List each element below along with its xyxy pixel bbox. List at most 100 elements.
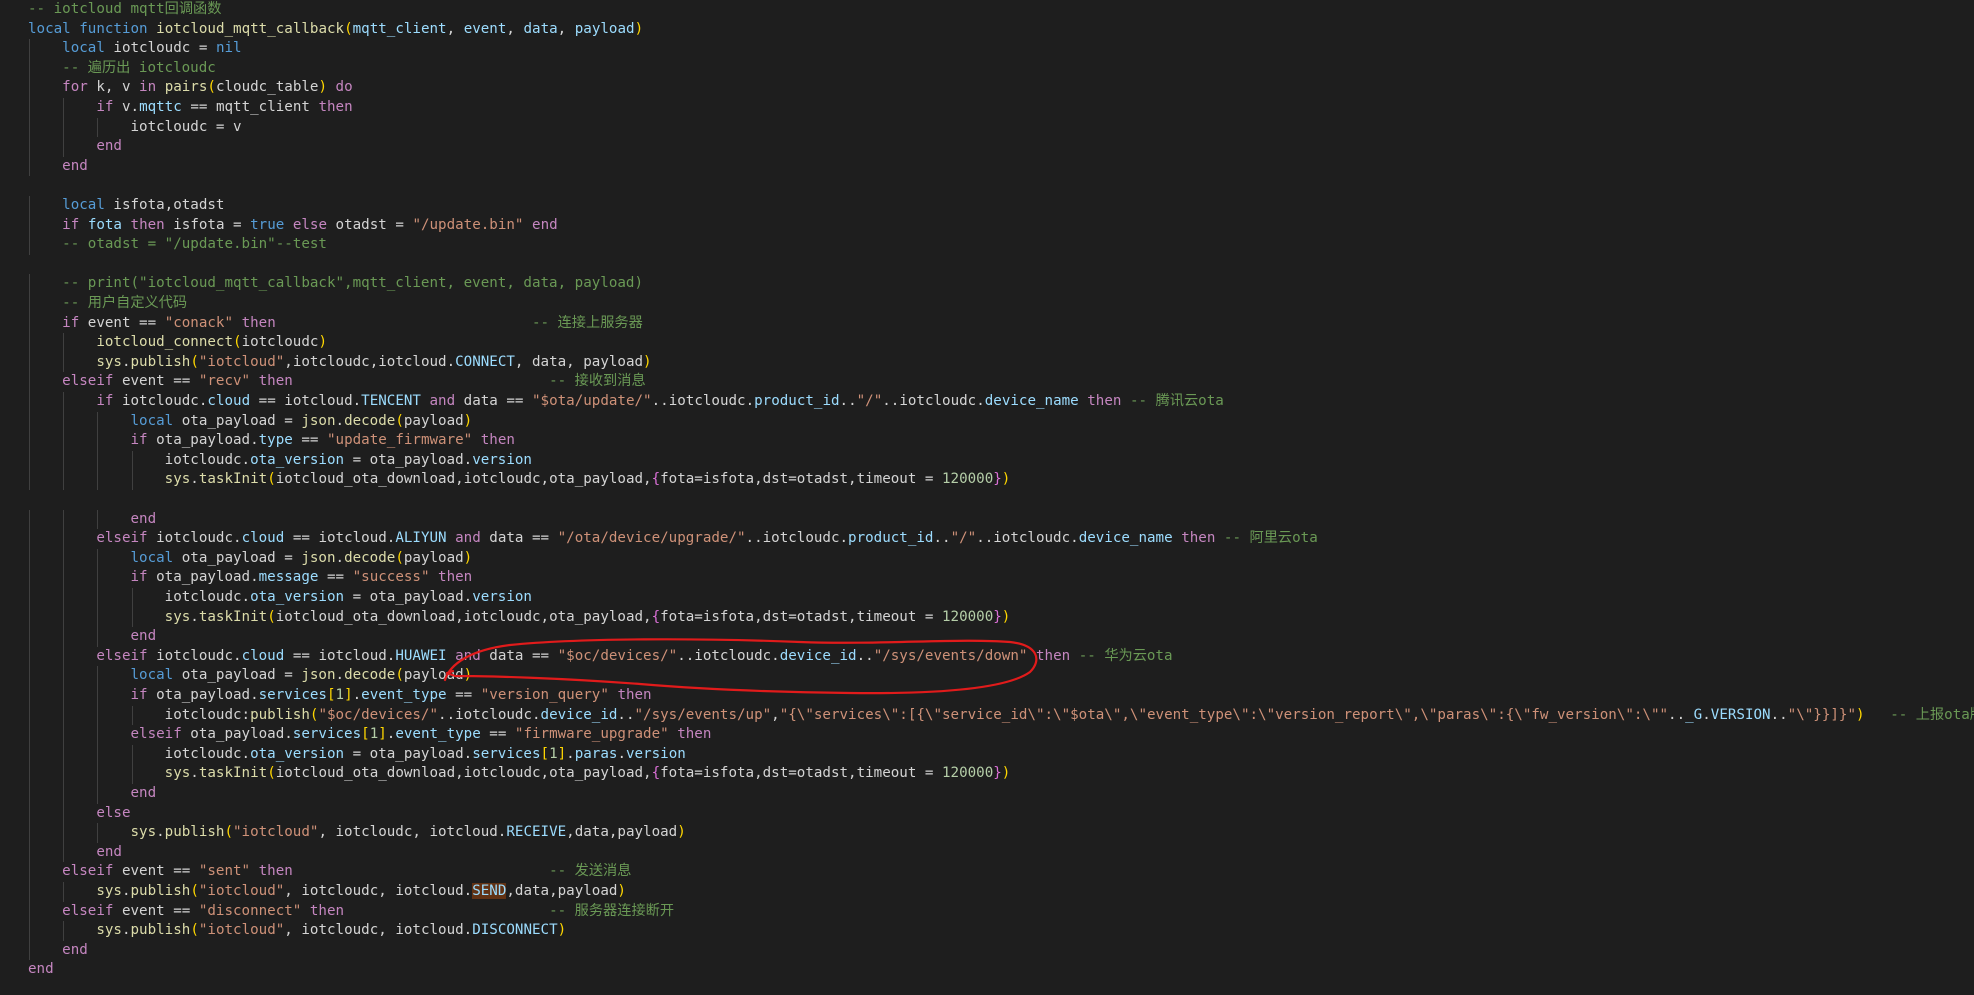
code-token: device_name <box>984 393 1079 409</box>
code-line[interactable]: local isfota,otadst <box>28 196 224 216</box>
code-token: event <box>463 20 507 37</box>
code-line[interactable]: sys.taskInit(iotcloud_ota_download,iotcl… <box>28 608 1011 628</box>
code-token: "iotcloud" <box>198 353 285 370</box>
code-token: [ <box>361 726 370 743</box>
code-token: ) <box>1001 608 1011 625</box>
code-line[interactable]: end <box>28 157 88 177</box>
code-token: ( <box>190 922 199 939</box>
code-line[interactable]: if fota then isfota = true else otadst =… <box>28 216 557 236</box>
code-line[interactable]: sys.publish("iotcloud", iotcloudc, iotcl… <box>28 882 626 902</box>
code-token: ( <box>344 20 353 37</box>
code-token: "iotcloud" <box>198 922 285 939</box>
code-line[interactable]: end <box>28 627 157 647</box>
code-line[interactable]: elseif event == "recv" then -- 接收到消息 <box>28 372 645 392</box>
code-token: message <box>258 569 319 586</box>
code-token: . <box>121 353 131 370</box>
code-token: DISCONNECT <box>472 922 558 939</box>
code-token: event == <box>79 314 165 331</box>
code-token: then <box>480 432 515 449</box>
code-line[interactable]: iotcloudc = v <box>28 118 242 138</box>
code-token: end <box>28 961 54 978</box>
code-token: . <box>121 883 131 899</box>
code-token: elseif <box>62 373 114 390</box>
code-line[interactable]: local iotcloudc = nil <box>28 39 241 59</box>
code-line[interactable]: -- 用户自定义代码 <box>28 294 187 314</box>
code-line[interactable]: sys.publish("iotcloud",iotcloudc,iotclou… <box>28 353 651 373</box>
code-line[interactable]: end <box>28 510 157 530</box>
code-line[interactable]: iotcloud_connect(iotcloudc) <box>28 333 327 353</box>
code-line[interactable]: for k, v in pairs(cloudc_table) do <box>28 78 352 98</box>
code-token: ) <box>318 334 327 351</box>
code-line[interactable]: if ota_payload.message == "success" then <box>28 568 473 588</box>
code-line[interactable]: iotcloudc.ota_version = ota_payload.serv… <box>28 745 686 765</box>
code-token: . <box>352 687 362 703</box>
code-line[interactable]: iotcloudc:publish("$oc/devices/"..iotclo… <box>28 706 1974 726</box>
code-token: sys <box>164 608 191 625</box>
code-line[interactable]: end <box>28 960 54 980</box>
code-line[interactable]: end <box>28 784 157 804</box>
code-token: ..iotcloudc. <box>651 393 755 409</box>
code-token: "version_query" <box>480 687 609 703</box>
code-line[interactable]: if event == "conack" then -- 连接上服务器 <box>28 314 643 334</box>
code-line[interactable]: local ota_payload = json.decode(payload) <box>28 412 473 432</box>
code-line[interactable]: sys.publish("iotcloud", iotcloudc, iotcl… <box>28 823 686 843</box>
code-line[interactable]: sys.taskInit(iotcloud_ota_download,iotcl… <box>28 764 1011 784</box>
code-token: then <box>258 863 293 880</box>
code-line[interactable]: iotcloudc.ota_version = ota_payload.vers… <box>28 451 532 471</box>
code-line[interactable]: -- print("iotcloud_mqtt_callback",mqtt_c… <box>28 274 643 294</box>
code-token: "/ota/device/upgrade/" <box>557 530 746 547</box>
code-token: ( <box>233 334 242 351</box>
code-line[interactable]: if ota_payload.services[1].event_type ==… <box>28 686 652 706</box>
code-line[interactable]: sys.publish("iotcloud", iotcloudc, iotcl… <box>28 921 566 941</box>
code-line[interactable]: elseif iotcloudc.cloud == iotcloud.HUAWE… <box>28 647 1172 667</box>
code-token: ..iotcloudc. <box>677 647 780 664</box>
code-token: ) <box>634 20 644 37</box>
code-line[interactable]: elseif ota_payload.services[1].event_typ… <box>28 725 712 745</box>
code-line[interactable]: elseif event == "sent" then -- 发送消息 <box>28 862 631 882</box>
code-token: "$ota/update/" <box>532 393 652 409</box>
code-token: then <box>241 314 276 331</box>
code-token: -- 腾讯云ota <box>1129 393 1224 409</box>
code-line[interactable]: iotcloudc.ota_version = ota_payload.vers… <box>28 588 532 608</box>
code-line[interactable]: end <box>28 843 122 863</box>
code-token: if <box>62 216 80 233</box>
code-token: local <box>62 40 105 57</box>
code-line[interactable]: -- otadst = "/update.bin"--test <box>28 235 327 255</box>
code-line[interactable]: local ota_payload = json.decode(payload) <box>28 549 473 569</box>
code-line[interactable]: sys.taskInit(iotcloud_ota_download,iotcl… <box>28 470 1011 490</box>
code-line[interactable]: if iotcloudc.cloud == iotcloud.TENCENT a… <box>28 392 1224 412</box>
code-editor[interactable]: -- iotcloud mqtt回调函数 local function iotcl… <box>0 0 1974 995</box>
code-token: } <box>993 471 1002 488</box>
code-token: { <box>651 608 661 625</box>
code-token: "recv" <box>198 373 251 390</box>
code-token: 1 <box>369 726 379 743</box>
code-token: services <box>258 687 327 703</box>
code-token: decode <box>344 549 396 566</box>
code-line[interactable]: -- iotcloud mqtt回调函数 <box>28 0 221 20</box>
code-line[interactable]: if v.mqttc == mqtt_client then <box>28 98 352 118</box>
code-line[interactable]: end <box>28 941 88 961</box>
code-line[interactable]: local ota_payload = json.decode(payload) <box>28 666 473 686</box>
code-line[interactable]: end <box>28 137 122 157</box>
code-line[interactable]: local function iotcloud_mqtt_callback(mq… <box>28 20 643 40</box>
code-line[interactable]: elseif iotcloudc.cloud == iotcloud.ALIYU… <box>28 529 1317 549</box>
code-line[interactable]: elseif event == "disconnect" then -- 服务器… <box>28 902 674 922</box>
code-line[interactable]: -- 遍历出 iotcloudc <box>28 59 216 79</box>
code-token: , iotcloudc, iotcloud. <box>318 824 507 841</box>
code-token: iotcloudc. <box>147 530 242 547</box>
code-token: , <box>446 20 464 37</box>
code-line[interactable]: if ota_payload.type == "update_firmware"… <box>28 431 515 451</box>
code-token: event_type <box>395 726 481 743</box>
code-line[interactable]: else <box>28 804 130 824</box>
